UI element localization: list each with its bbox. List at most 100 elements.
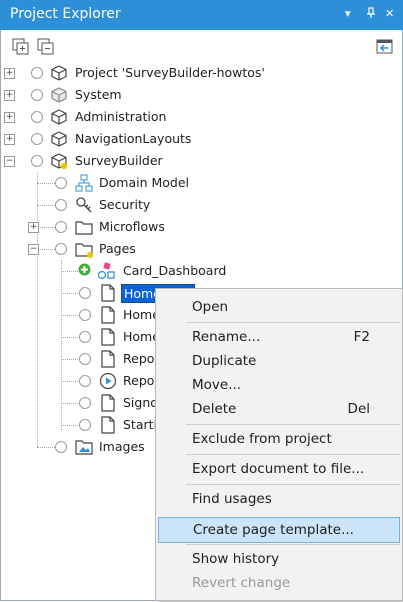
menu-item-shortcut: Del (347, 401, 370, 417)
menu-item-duplicate[interactable]: Duplicate (156, 349, 402, 373)
module-cube-icon (51, 87, 67, 103)
folder-icon (75, 221, 93, 235)
collapse-icon[interactable]: − (4, 156, 15, 167)
tree-item-system[interactable]: + System (0, 85, 260, 105)
tree-item-repor-2[interactable]: Repor (0, 371, 160, 391)
tree-item-label: SurveyBuilder (75, 153, 163, 168)
tree-item-home-2[interactable]: Home (0, 305, 160, 325)
menu-separator (186, 322, 400, 323)
expand-icon[interactable]: + (28, 222, 39, 233)
tree-item-signo[interactable]: Signo (0, 393, 160, 413)
tree-item-pages[interactable]: − Pages (0, 239, 260, 259)
status-circle-icon (79, 397, 91, 409)
status-circle-icon (79, 331, 91, 343)
menu-item-delete[interactable]: Delete Del (156, 397, 402, 421)
menu-item-label: Create page template... (193, 522, 354, 538)
tree-item-home-3[interactable]: Home (0, 327, 160, 347)
menu-item-revert-change: Revert change (156, 571, 402, 595)
status-circle-icon (79, 419, 91, 431)
status-circle-icon (55, 177, 67, 189)
tree-item-label: System (75, 87, 122, 102)
tree-item-card-dashboard[interactable]: Card_Dashboard (0, 261, 260, 281)
title-bar: Project Explorer ▾ ✕ (0, 0, 403, 30)
page-icon (101, 284, 115, 302)
tree-item-microflows[interactable]: + Microflows (0, 217, 260, 237)
expand-icon[interactable]: + (4, 90, 15, 101)
sync-editor-icon[interactable] (376, 38, 394, 56)
page-icon (101, 394, 115, 412)
play-circle-icon (99, 372, 117, 390)
tree-item-security[interactable]: Security (0, 195, 260, 215)
menu-item-export[interactable]: Export document to file... (156, 457, 402, 481)
menu-item-label: Revert change (192, 575, 291, 591)
tree-item-domain-model[interactable]: Domain Model (0, 173, 260, 193)
menu-item-show-history[interactable]: Show history (156, 547, 402, 571)
pin-icon[interactable] (366, 7, 376, 22)
expand-all-icon[interactable] (12, 38, 30, 56)
tree-item-surveybuilder[interactable]: − SurveyBuilder (0, 151, 260, 171)
folder-open-icon (75, 243, 93, 258)
tree-item-label: Security (99, 197, 151, 212)
status-circle-icon (55, 243, 67, 255)
menu-item-move[interactable]: Move... (156, 373, 402, 397)
menu-item-label: Move... (192, 377, 242, 393)
menu-item-label: Rename... (192, 329, 261, 345)
image-folder-icon (75, 440, 93, 455)
tree-item-navigationlayouts[interactable]: + NavigationLayouts (0, 129, 260, 149)
key-icon (76, 197, 92, 213)
page-icon (101, 328, 115, 346)
status-circle-icon (79, 287, 91, 299)
tree-item-startn[interactable]: StartN (0, 415, 163, 435)
collapse-icon[interactable]: − (28, 244, 39, 255)
tree-item-label: Project 'SurveyBuilder-howtos' (75, 65, 265, 80)
menu-item-rename[interactable]: Rename... F2 (156, 325, 402, 349)
menu-item-label: Duplicate (192, 353, 257, 369)
status-circle-icon (31, 67, 43, 79)
status-circle-icon (79, 353, 91, 365)
status-circle-icon (31, 155, 43, 167)
menu-item-create-page-template[interactable]: Create page template... (158, 517, 400, 543)
page-icon (101, 350, 115, 368)
menu-separator (186, 454, 400, 455)
tree-item-label: Images (99, 439, 145, 454)
module-cube-icon (51, 131, 67, 147)
menu-item-label: Export document to file... (192, 461, 365, 477)
tree-item-administration[interactable]: + Administration (0, 107, 260, 127)
status-circle-icon (31, 89, 43, 101)
collapse-all-icon[interactable] (37, 38, 55, 56)
tree-item-label: Signo (123, 395, 158, 410)
domain-model-icon (75, 174, 93, 192)
menu-item-find-usages[interactable]: Find usages (156, 487, 402, 511)
added-status-icon (78, 263, 91, 276)
status-circle-icon (55, 221, 67, 233)
menu-separator (186, 544, 400, 545)
tree-item-label: Administration (75, 109, 167, 124)
menu-item-exclude[interactable]: Exclude from project (156, 427, 402, 451)
status-circle-icon (79, 375, 91, 387)
menu-item-label: Exclude from project (192, 431, 332, 447)
tree-item-label: Domain Model (99, 175, 190, 190)
status-circle-icon (31, 111, 43, 123)
context-menu: Open Rename... F2 Duplicate Move... Delet… (155, 288, 403, 601)
panel-title: Project Explorer (10, 6, 121, 22)
expand-icon[interactable]: + (4, 68, 15, 79)
tree-item-label: Microflows (99, 219, 165, 234)
close-icon[interactable]: ✕ (385, 7, 394, 20)
tree-item-label: Card_Dashboard (123, 263, 227, 278)
tree-item-repor-1[interactable]: Repor (0, 349, 160, 369)
page-icon (101, 416, 115, 434)
menu-separator (186, 484, 400, 485)
dropdown-icon[interactable]: ▾ (345, 7, 351, 20)
expand-icon[interactable]: + (4, 134, 15, 145)
tree-item-images[interactable]: Images (0, 437, 160, 457)
menu-separator (186, 424, 400, 425)
module-cube-icon (51, 109, 67, 125)
menu-item-shortcut: F2 (353, 329, 370, 345)
status-circle-icon (79, 309, 91, 321)
tree-item-project[interactable]: + Project 'SurveyBuilder-howtos' (0, 63, 265, 83)
expand-icon[interactable]: + (4, 112, 15, 123)
module-cube-icon (51, 153, 68, 170)
menu-item-label: Delete (192, 401, 237, 417)
tree-item-label: NavigationLayouts (75, 131, 192, 146)
menu-item-open[interactable]: Open (156, 295, 402, 319)
